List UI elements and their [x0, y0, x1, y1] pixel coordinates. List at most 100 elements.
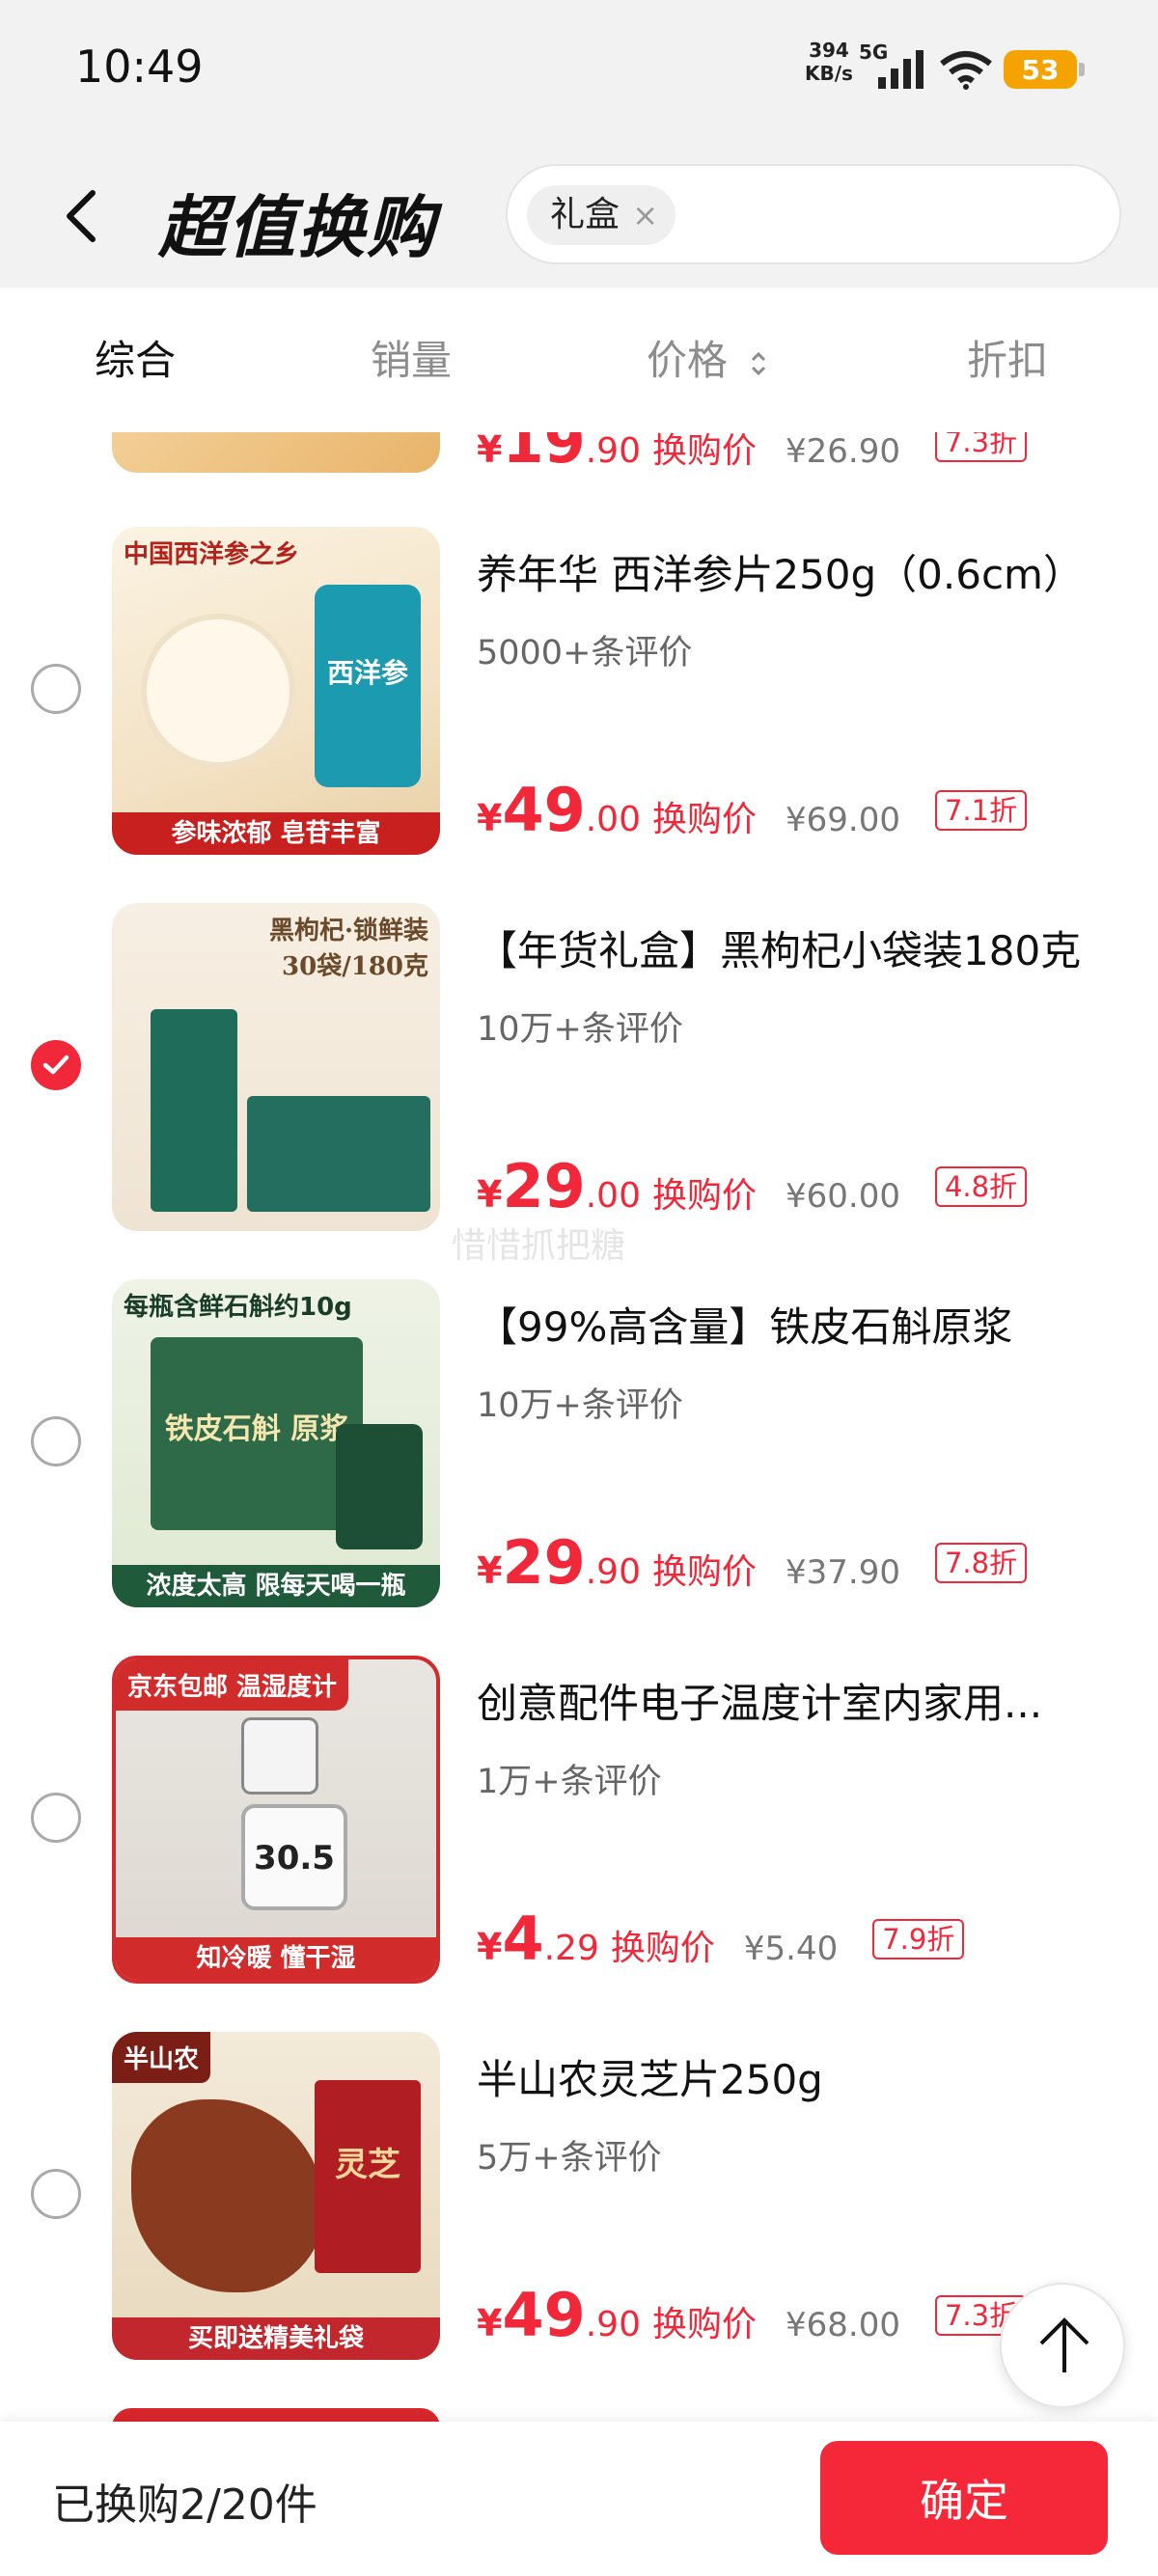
- original-price: ¥68.00: [786, 2306, 900, 2344]
- check-icon: [42, 1055, 69, 1075]
- list-item[interactable]: 中国西洋参之乡 西洋参 参味浓郁 皂苷丰富 养年华 西洋参片250g（0.6cm…: [0, 527, 1158, 903]
- product-box: 铁皮石斛 原浆: [151, 1337, 363, 1530]
- list-item[interactable]: 半山农 灵芝 买即送精美礼袋 半山农灵芝片250g 5万+条评价 ¥ 49 .9…: [0, 2032, 1158, 2408]
- price-integer: 49: [502, 775, 586, 845]
- price-decimal: .29: [543, 1929, 599, 1968]
- swap-price-label: 换购价: [610, 1929, 715, 1968]
- tab-sales[interactable]: 销量: [371, 328, 452, 387]
- price-integer: 29: [502, 1527, 586, 1598]
- product-list[interactable]: ¥ 19 .90 换购价 ¥26.90 7.3折 中国西洋参之乡 西洋参 参味浓…: [0, 432, 1158, 2422]
- wifi-icon: [940, 51, 992, 90]
- tab-comprehensive[interactable]: 综合: [95, 328, 176, 387]
- price-decimal: .90: [585, 2305, 641, 2344]
- select-radio-checked[interactable]: [31, 1040, 81, 1090]
- price-integer: 4: [502, 1904, 544, 1974]
- swap-price-label: 换购价: [652, 2305, 758, 2344]
- product-name[interactable]: 半山农灵芝片250g: [477, 2047, 1133, 2106]
- battery-icon: 53: [1004, 50, 1085, 89]
- box-label: 灵芝: [335, 2146, 400, 2184]
- signal-icon: [878, 50, 924, 89]
- price-row: ¥ 49 .90 换购价 ¥68.00 7.3折: [477, 2280, 1028, 2350]
- bottles: [336, 1424, 423, 1549]
- product-name[interactable]: 【99%高含量】铁皮石斛原浆: [477, 1295, 1133, 1354]
- price-decimal: .00: [585, 1176, 641, 1216]
- search-chip[interactable]: 礼盒 ×: [527, 185, 676, 245]
- price-symbol: ¥: [477, 1549, 503, 1592]
- image-bottom-text: 买即送精美礼袋: [112, 2317, 440, 2360]
- sort-bar: 综合 销量 价格 折扣: [0, 288, 1158, 432]
- image-banner-text: 中国西洋参之乡: [124, 540, 300, 569]
- swap-price-label: 换购价: [652, 1552, 758, 1592]
- original-price: ¥5.40: [743, 1930, 839, 1968]
- product-image[interactable]: 中国西洋参之乡 西洋参 参味浓郁 皂苷丰富: [112, 527, 440, 855]
- discount-tag: 7.3折: [934, 432, 1028, 462]
- original-price: ¥60.00: [786, 1177, 900, 1216]
- gift-bag: [151, 1009, 237, 1212]
- back-icon[interactable]: [58, 179, 106, 253]
- tab-discount[interactable]: 折扣: [967, 328, 1048, 387]
- confirm-button[interactable]: 确定: [820, 2441, 1108, 2555]
- original-price: ¥69.00: [786, 801, 900, 839]
- price-row: ¥ 29 .90 换购价 ¥37.90 7.8折: [477, 1527, 1028, 1598]
- thermometer-reading: 30.5: [254, 1839, 335, 1877]
- status-bar: 10:49 394 KB/s 5G 53: [0, 0, 1158, 145]
- select-radio[interactable]: [31, 664, 81, 714]
- price-symbol: ¥: [477, 2302, 503, 2344]
- gift-box: [247, 1096, 430, 1212]
- image-bottom-text: 浓度太高 限每天喝一瓶: [112, 1565, 440, 1607]
- price-integer: 19: [502, 432, 586, 477]
- network-speed-unit: KB/s: [805, 62, 853, 85]
- select-radio[interactable]: [31, 1416, 81, 1466]
- page-title: 超值换购: [158, 188, 436, 267]
- swap-price-label: 换购价: [652, 1176, 758, 1216]
- jar-label: 西洋参: [326, 657, 408, 689]
- price-decimal: .00: [585, 800, 641, 839]
- scroll-to-top-button[interactable]: [1000, 2283, 1125, 2408]
- search-input[interactable]: 礼盒 ×: [506, 164, 1121, 264]
- product-image[interactable]: 黑枸杞·锁鲜装 30袋/180克: [112, 903, 440, 1231]
- discount-tag: 4.8折: [934, 1166, 1028, 1207]
- image-bottom-text: 知冷暖 懂干湿: [116, 1937, 436, 1980]
- price-symbol: ¥: [477, 1173, 503, 1216]
- product-image[interactable]: [112, 2408, 440, 2422]
- product-image[interactable]: 京东包邮 温湿度计 30.5 知冷暖 懂干湿: [112, 1656, 440, 1984]
- product-image[interactable]: [112, 432, 440, 473]
- price-decimal: .90: [585, 432, 641, 471]
- tab-price-label: 价格: [647, 337, 729, 384]
- discount-tag: 7.9折: [872, 1919, 965, 1959]
- image-banner-text: 半山农: [112, 2032, 211, 2083]
- image-bottom-text: 参味浓郁 皂苷丰富: [112, 812, 440, 855]
- review-count: 10万+条评价: [477, 1386, 683, 1425]
- price-symbol: ¥: [477, 797, 503, 839]
- price-row: ¥ 49 .00 换购价 ¥69.00 7.1折: [477, 775, 1028, 845]
- lingzhi-slices: [131, 2099, 324, 2292]
- swap-price-label: 换购价: [652, 800, 758, 839]
- review-count: 5000+条评价: [477, 634, 693, 672]
- list-item[interactable]: 每瓶含鲜石斛约10g 铁皮石斛 原浆 浓度太高 限每天喝一瓶 【99%高含量】铁…: [0, 1279, 1158, 1656]
- product-name[interactable]: 【年货礼盒】黑枸杞小袋装180克: [477, 918, 1133, 977]
- price-integer: 49: [502, 2280, 586, 2350]
- product-image[interactable]: 每瓶含鲜石斛约10g 铁皮石斛 原浆 浓度太高 限每天喝一瓶: [112, 1279, 440, 1607]
- product-box: 灵芝: [315, 2080, 421, 2273]
- thermometer-large: 30.5: [241, 1804, 347, 1910]
- list-item[interactable]: 京东包邮 温湿度计 30.5 知冷暖 懂干湿 创意配件电子温度计室内家用... …: [0, 1656, 1158, 2032]
- select-radio[interactable]: [31, 1793, 81, 1843]
- price-row: ¥ 29 .00 换购价 ¥60.00 4.8折: [477, 1157, 1028, 1217]
- product-name[interactable]: 创意配件电子温度计室内家用...: [477, 1671, 1133, 1730]
- product-name[interactable]: 养年华 西洋参片250g（0.6cm）: [477, 542, 1133, 601]
- select-radio[interactable]: [31, 2169, 81, 2219]
- header: 超值换购 礼盒 ×: [0, 145, 1158, 288]
- product-jar: 西洋参: [315, 585, 421, 787]
- status-time: 10:49: [75, 41, 204, 93]
- product-image[interactable]: 半山农 灵芝 买即送精美礼袋: [112, 2032, 440, 2360]
- close-icon[interactable]: ×: [632, 185, 658, 245]
- watermark: 惜惜抓把糖: [452, 1226, 626, 1266]
- price-row: ¥ 19 .90 换购价 ¥26.90 7.3折: [477, 432, 1028, 477]
- tab-price[interactable]: 价格: [647, 328, 767, 387]
- network-speed: 394 KB/s: [805, 39, 853, 85]
- image-banner-text: 黑枸杞·锁鲜装 30袋/180克: [268, 917, 428, 981]
- selected-count: 已换购2/20件: [52, 2480, 317, 2530]
- discount-tag: 7.1折: [934, 790, 1028, 831]
- price-symbol: ¥: [477, 1926, 503, 1968]
- swap-price-label: 换购价: [652, 432, 758, 471]
